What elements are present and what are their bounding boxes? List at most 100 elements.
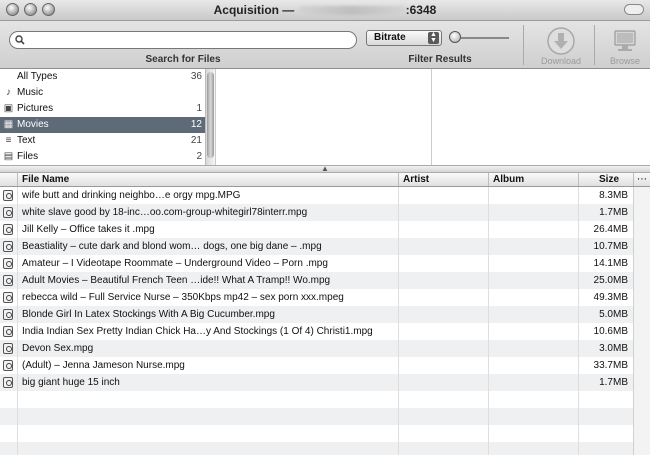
search-field[interactable] <box>9 31 357 49</box>
column-divider <box>17 204 18 221</box>
file-name: Devon Sex.mpg <box>22 343 94 354</box>
column-divider <box>398 357 399 374</box>
column-icon <box>0 173 17 186</box>
column-options-icon[interactable]: ⋯ <box>633 173 650 186</box>
computer-monitor-icon <box>614 30 636 51</box>
files-icon: ▤ <box>3 151 14 162</box>
filter-select[interactable]: Bitrate ▲ ▼ <box>366 30 442 46</box>
file-name: big giant huge 15 inch <box>22 377 120 388</box>
category-item-movies[interactable]: ▦ Movies 12 <box>0 117 205 133</box>
category-item-music[interactable]: ♪ Music <box>0 85 205 101</box>
results-table-header: File Name Artist Album Size ⋯ <box>0 173 650 187</box>
column-divider <box>488 323 489 340</box>
column-header-album[interactable]: Album <box>488 173 578 186</box>
toolbar-separator <box>523 25 524 65</box>
column-divider <box>17 306 18 323</box>
table-row[interactable]: rebecca wild – Full Service Nurse – 350K… <box>0 289 650 306</box>
minimize-window-button[interactable] <box>24 3 37 16</box>
search-input[interactable] <box>30 34 350 46</box>
table-row[interactable]: white slave good by 18-inc…oo.com-group-… <box>0 204 650 221</box>
category-list: All Types 36 ♪ Music ▣ Pictures 1 ▦ Movi… <box>0 69 215 165</box>
file-size: 3.0MB <box>599 343 628 354</box>
category-scrollbar[interactable] <box>205 69 215 165</box>
close-window-button[interactable] <box>6 3 19 16</box>
column-header-size[interactable]: Size <box>578 173 633 186</box>
category-item-pictures[interactable]: ▣ Pictures 1 <box>0 101 205 117</box>
movie-file-icon <box>3 224 13 235</box>
column-divider <box>17 272 18 289</box>
file-name: Amateur – I Videotape Roommate – Undergr… <box>22 258 328 269</box>
toolbar-toggle-button[interactable] <box>624 4 644 15</box>
pane-splitter[interactable]: ▲ <box>0 164 650 173</box>
download-button[interactable]: Download <box>532 23 590 67</box>
splitter-grip-icon: ▲ <box>321 164 329 173</box>
movie-file-icon <box>3 190 13 201</box>
column-divider <box>398 204 399 221</box>
column-divider <box>17 374 18 391</box>
download-label: Download <box>540 56 582 66</box>
column-divider <box>17 391 18 408</box>
table-row[interactable]: Beastiality – cute dark and blond wom… d… <box>0 238 650 255</box>
text-icon: ≡ <box>5 135 12 146</box>
column-divider <box>17 255 18 272</box>
file-name: Blonde Girl In Latex Stockings With A Bi… <box>22 309 275 320</box>
movie-file-icon <box>3 309 13 320</box>
column-divider <box>17 238 18 255</box>
category-count: 12 <box>190 119 202 130</box>
search-icon <box>15 35 25 45</box>
category-item-files[interactable]: ▤ Files 2 <box>0 149 205 165</box>
table-row <box>0 442 650 455</box>
file-name: Adult Movies – Beautiful French Teen …id… <box>22 275 331 286</box>
column-divider <box>398 221 399 238</box>
column-divider <box>398 374 399 391</box>
table-row[interactable]: Blonde Girl In Latex Stockings With A Bi… <box>0 306 650 323</box>
table-row[interactable]: India Indian Sex Pretty Indian Chick Ha…… <box>0 323 650 340</box>
column-divider <box>17 408 18 425</box>
column-divider <box>488 442 489 455</box>
results-scrollbar[interactable] <box>633 187 650 455</box>
music-icon: ♪ <box>6 87 11 98</box>
table-row[interactable]: Jill Kelly – Office takes it .mpg 26.4MB <box>0 221 650 238</box>
window-title-suffix: :6348 <box>405 3 437 17</box>
category-count: 36 <box>190 71 202 82</box>
column-divider <box>578 391 579 408</box>
movies-icon: ▦ <box>3 119 14 130</box>
category-count: 21 <box>190 135 202 146</box>
column-divider <box>488 187 489 204</box>
table-row[interactable]: big giant huge 15 inch 1.7MB <box>0 374 650 391</box>
zoom-window-button[interactable] <box>42 3 55 16</box>
column-divider <box>17 442 18 455</box>
table-row[interactable]: Amateur – I Videotape Roommate – Undergr… <box>0 255 650 272</box>
toolbar: Search for Files Bitrate ▲ ▼ Filter Resul… <box>0 21 650 69</box>
file-name: Jill Kelly – Office takes it .mpg <box>22 224 155 235</box>
file-size: 5.0MB <box>599 309 628 320</box>
column-divider <box>488 306 489 323</box>
movie-file-icon <box>3 275 13 286</box>
column-divider <box>488 357 489 374</box>
redacted-host <box>297 6 406 16</box>
toolbar-separator <box>594 25 595 65</box>
table-row[interactable]: Devon Sex.mpg 3.0MB <box>0 340 650 357</box>
file-size: 33.7MB <box>593 360 628 371</box>
filter-slider-knob[interactable] <box>449 31 461 43</box>
updown-arrows-icon: ▲ ▼ <box>428 31 439 44</box>
table-row[interactable]: wife butt and drinking neighbo…e orgy mp… <box>0 187 650 204</box>
column-divider <box>578 425 579 442</box>
column-divider <box>398 238 399 255</box>
column-divider <box>398 255 399 272</box>
browse-button[interactable]: Browse <box>600 23 650 67</box>
column-divider <box>17 221 18 238</box>
column-divider <box>488 289 489 306</box>
column-header-file-name[interactable]: File Name <box>17 173 398 186</box>
column-header-artist[interactable]: Artist <box>398 173 488 186</box>
table-row <box>0 425 650 442</box>
table-row[interactable]: (Adult) – Jenna Jameson Nurse.mpg 33.7MB <box>0 357 650 374</box>
file-size: 10.7MB <box>593 241 628 252</box>
download-icon <box>547 27 575 55</box>
file-size: 49.3MB <box>593 292 628 303</box>
table-row[interactable]: Adult Movies – Beautiful French Teen …id… <box>0 272 650 289</box>
category-item-text[interactable]: ≡ Text 21 <box>0 133 205 149</box>
category-item-all-types[interactable]: All Types 36 <box>0 69 205 85</box>
column-divider <box>398 340 399 357</box>
scrollbar-thumb[interactable] <box>207 72 214 158</box>
